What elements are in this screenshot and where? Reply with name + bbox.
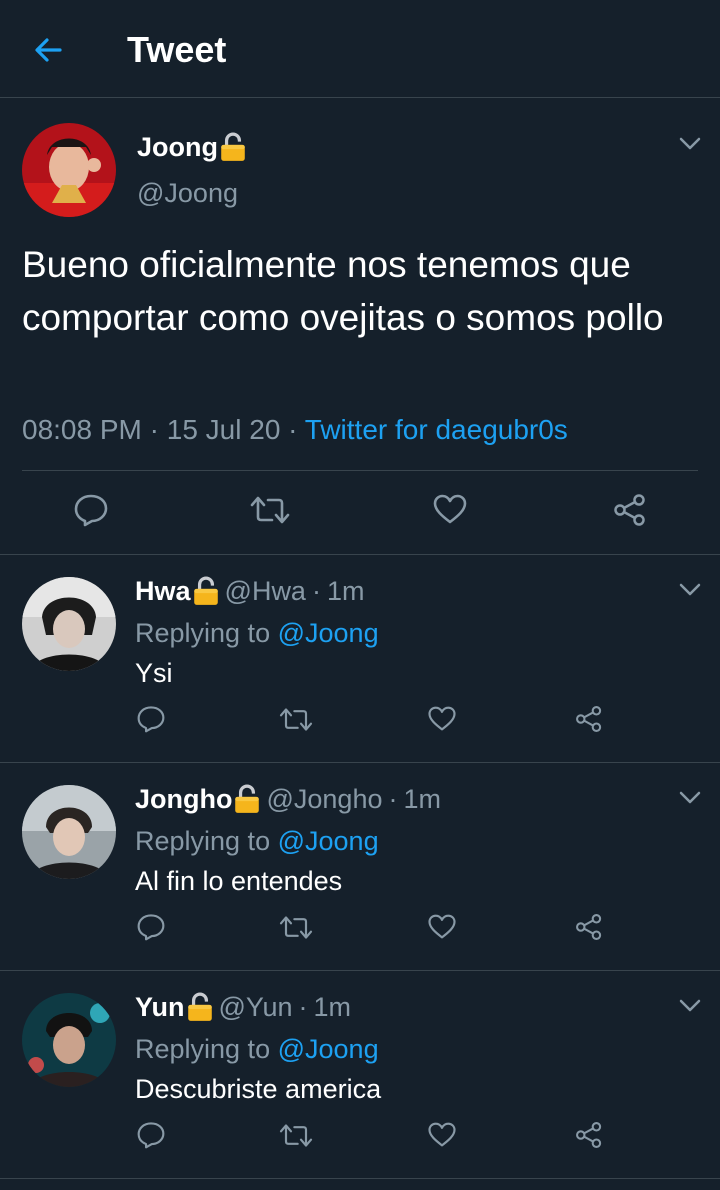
divider <box>22 470 698 471</box>
meta-separator: · <box>311 576 321 606</box>
reply-time: 1m <box>326 576 365 606</box>
retweet-icon[interactable] <box>279 915 313 940</box>
reply-icon[interactable] <box>136 1121 166 1149</box>
retweet-icon[interactable] <box>279 707 313 732</box>
avatar[interactable] <box>22 577 116 671</box>
author-handle[interactable]: @Yun <box>219 989 293 1025</box>
replying-to: Replying to @Joong <box>135 615 379 651</box>
reply-time: 1m <box>403 784 441 814</box>
author-name-text: Joong <box>137 132 218 162</box>
lock-icon <box>187 992 213 1022</box>
reply-icon[interactable] <box>136 913 166 941</box>
reply-text: Descubriste america <box>135 1074 382 1104</box>
meta-separator: · <box>298 992 308 1022</box>
tweet-actions <box>0 705 720 739</box>
page-title: Tweet <box>127 29 227 70</box>
author-handle[interactable]: @Joong <box>137 176 238 210</box>
chevron-down-icon[interactable] <box>679 791 701 805</box>
meta-separator: · <box>288 414 298 445</box>
like-icon[interactable] <box>427 913 457 940</box>
tweet-meta: 08:08 PM · 15 Jul 20 · Twitter for daegu… <box>22 412 568 448</box>
avatar[interactable] <box>22 123 116 217</box>
reply-time: 1m <box>313 992 351 1022</box>
tweet-actions <box>0 913 720 947</box>
author-name[interactable]: Joong <box>137 130 246 164</box>
tweet-text: Bueno oficialmente nos tenemos que compo… <box>22 244 664 338</box>
author-handle[interactable]: @Hwa <box>225 573 306 609</box>
meta-separator: · <box>388 784 398 814</box>
reply-text: Al fin lo entendes <box>135 866 343 896</box>
reply-tweet[interactable]: Hwa @Hwa · 1m Replying to @Joong Ysi <box>0 555 720 763</box>
share-icon[interactable] <box>612 493 648 527</box>
replying-to: Replying to @Joong <box>135 823 379 859</box>
reply-header: Jongho @Jongho · 1m <box>135 781 441 817</box>
replying-to-label: Replying to <box>135 618 271 648</box>
mention-link[interactable]: @Joong <box>278 618 379 648</box>
chevron-down-icon[interactable] <box>679 999 701 1013</box>
share-icon[interactable] <box>574 1121 604 1149</box>
author-handle[interactable]: @Jongho <box>266 781 382 817</box>
tweet-actions <box>0 1121 720 1155</box>
avatar[interactable] <box>22 785 116 879</box>
replying-to: Replying to @Joong <box>135 1031 379 1067</box>
reply-header: Yun @Yun · 1m <box>135 989 351 1025</box>
replying-to-label: Replying to <box>135 1034 271 1064</box>
tweet-date: 15 Jul 20 <box>166 414 281 445</box>
share-icon[interactable] <box>574 705 604 733</box>
mention-link[interactable]: @Joong <box>278 1034 379 1064</box>
retweet-icon[interactable] <box>279 1123 313 1148</box>
author-name[interactable]: Jongho <box>135 781 232 817</box>
reply-icon[interactable] <box>136 705 166 733</box>
lock-icon <box>234 784 260 814</box>
tweet-source-link[interactable]: Twitter for daegubr0s <box>305 414 568 445</box>
chevron-down-icon[interactable] <box>679 583 701 597</box>
author-name[interactable]: Yun <box>135 989 185 1025</box>
retweet-icon[interactable] <box>250 495 290 525</box>
top-app-bar: Tweet <box>0 0 720 98</box>
replying-to-label: Replying to <box>135 826 271 856</box>
reply-header: Hwa @Hwa · 1m <box>135 573 364 609</box>
tweet-time: 08:08 PM <box>22 414 142 445</box>
meta-separator: · <box>149 414 159 445</box>
reply-text: Ysi <box>135 658 173 688</box>
chevron-down-icon[interactable] <box>679 137 701 151</box>
reply-tweet[interactable]: Yun @Yun · 1m Replying to @Joong Descubr… <box>0 971 720 1179</box>
arrow-left-icon[interactable] <box>30 32 66 68</box>
main-tweet: Joong @Joong Bueno oficialmente nos tene… <box>0 98 720 555</box>
lock-icon <box>193 576 219 606</box>
author-name[interactable]: Hwa <box>135 573 191 609</box>
like-icon[interactable] <box>427 705 457 732</box>
like-icon[interactable] <box>427 1121 457 1148</box>
share-icon[interactable] <box>574 913 604 941</box>
reply-tweet[interactable]: Jongho @Jongho · 1m Replying to @Joong A… <box>0 763 720 971</box>
lock-icon <box>220 132 246 162</box>
tweet-actions <box>0 491 720 531</box>
like-icon[interactable] <box>432 493 468 525</box>
avatar[interactable] <box>22 993 116 1087</box>
mention-link[interactable]: @Joong <box>278 826 379 856</box>
reply-icon[interactable] <box>73 493 109 527</box>
